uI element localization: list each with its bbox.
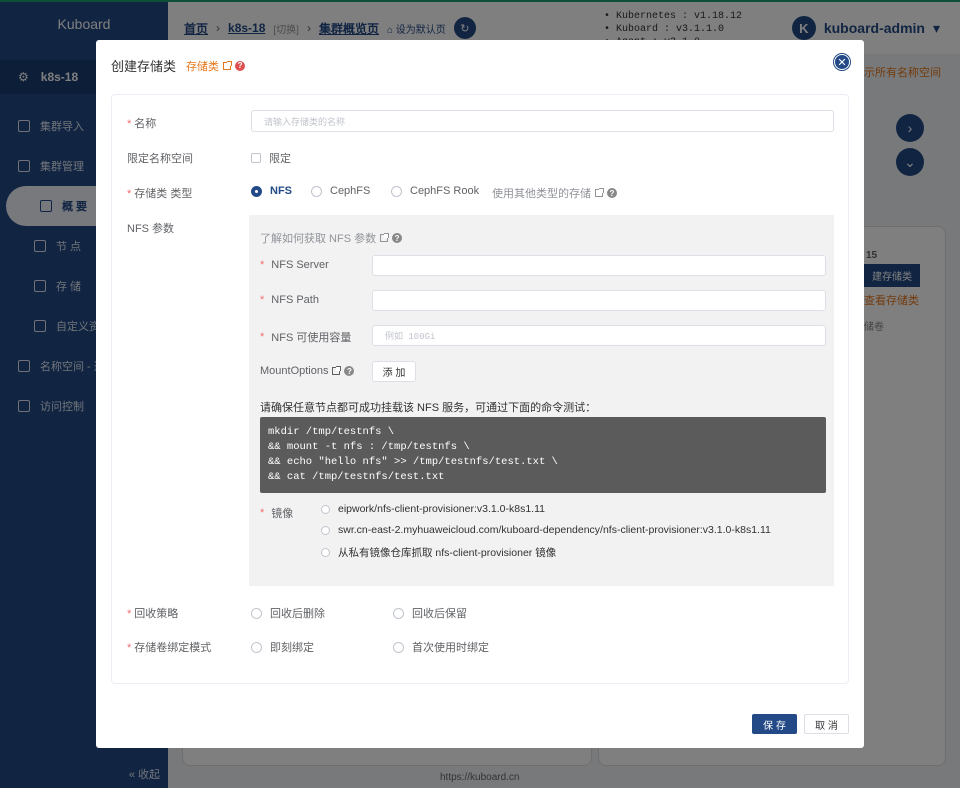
external-link-icon xyxy=(223,60,233,70)
image-label: * 镜像 xyxy=(260,507,294,520)
save-button[interactable]: 保 存 xyxy=(752,714,797,734)
nfs-path-input[interactable] xyxy=(372,290,826,311)
nfs-help-link[interactable]: 了解如何获取 NFS 参数 ? xyxy=(260,230,403,246)
nfs-server-input[interactable] xyxy=(372,255,826,276)
help-icon[interactable]: ? xyxy=(344,366,355,376)
storage-class-doc-link[interactable]: 存储类 ? xyxy=(186,58,246,74)
type-label: * 存储类 类型 xyxy=(127,188,193,200)
add-mount-option-button[interactable]: 添 加 xyxy=(372,361,416,382)
radio-selected[interactable] xyxy=(251,185,262,197)
binding-mode-label: * 存储卷绑定模式 xyxy=(127,642,212,654)
nfs-capacity-input[interactable]: 例如 100Gi xyxy=(372,325,826,346)
reclaim-policy-label: * 回收策略 xyxy=(127,608,179,620)
radio[interactable] xyxy=(391,185,402,197)
create-storage-class-dialog: 创建存储类 存储类 ? ✕ * 名称 请输入存储类的名称 限定名称空间 限定 * 存… xyxy=(96,40,864,748)
reclaim-option-retain[interactable]: 回收后保留 xyxy=(393,605,467,621)
radio[interactable] xyxy=(251,641,262,653)
close-icon: ✕ xyxy=(837,56,847,69)
reclaim-option-delete[interactable]: 回收后删除 xyxy=(251,605,325,621)
name-input[interactable]: 请输入存储类的名称 xyxy=(251,110,834,132)
cancel-button[interactable]: 取 消 xyxy=(804,714,849,734)
image-option-huaweicloud[interactable]: swr.cn-east-2.myhuaweicloud.com/kuboard-… xyxy=(321,524,771,536)
external-link-icon xyxy=(595,188,604,197)
external-link-icon[interactable] xyxy=(332,366,342,375)
nfs-params-panel: 了解如何获取 NFS 参数 ? * NFS Server * NFS Path * N… xyxy=(249,215,834,586)
close-button[interactable]: ✕ xyxy=(834,54,850,70)
mount-options-label: MountOptions ? xyxy=(260,365,355,377)
help-icon[interactable]: ? xyxy=(235,60,246,71)
radio[interactable] xyxy=(321,504,330,514)
checkbox[interactable] xyxy=(251,153,261,163)
storage-class-form: * 名称 请输入存储类的名称 限定名称空间 限定 * 存储类 类型 NFS Ceph… xyxy=(111,94,849,684)
nfs-server-label: * NFS Server xyxy=(260,259,329,271)
type-option-cephfs-rook[interactable]: CephFS Rook xyxy=(391,185,479,197)
radio[interactable] xyxy=(393,641,404,653)
binding-option-immediate[interactable]: 即刻绑定 xyxy=(251,639,314,655)
nfs-params-label: NFS 参数 xyxy=(127,223,175,235)
namespace-limit-checkbox[interactable]: 限定 xyxy=(251,150,291,166)
binding-option-first-consumer[interactable]: 首次使用时绑定 xyxy=(393,639,489,655)
other-storage-link[interactable]: 使用其他类型的存储 ? xyxy=(492,185,617,201)
external-link-icon xyxy=(380,233,390,242)
nfs-capacity-label: * NFS 可使用容量 xyxy=(260,331,352,344)
type-option-nfs[interactable]: NFS xyxy=(251,185,292,197)
image-option-private-registry[interactable]: 从私有镜像仓库抓取 nfs-client-provisioner 镜像 xyxy=(321,545,556,560)
image-option-eipwork[interactable]: eipwork/nfs-client-provisioner:v3.1.0-k8… xyxy=(321,503,545,515)
type-option-cephfs[interactable]: CephFS xyxy=(311,185,370,197)
radio[interactable] xyxy=(311,185,322,197)
radio[interactable] xyxy=(321,525,330,535)
name-label: * 名称 xyxy=(127,118,157,130)
dialog-header: 创建存储类 存储类 ? xyxy=(111,56,246,75)
help-icon[interactable]: ? xyxy=(392,233,403,243)
radio[interactable] xyxy=(393,607,404,619)
help-icon[interactable]: ? xyxy=(607,188,617,198)
radio[interactable] xyxy=(251,607,262,619)
namespace-limit-label: 限定名称空间 xyxy=(127,153,193,165)
nfs-test-command: mkdir /tmp/testnfs \ && mount -t nfs : /t… xyxy=(260,417,826,493)
nfs-mount-note: 请确保任意节点都可成功挂载该 NFS 服务，可通过下面的命令测试： xyxy=(260,402,597,414)
dialog-title: 创建存储类 xyxy=(111,59,177,74)
radio[interactable] xyxy=(321,548,330,557)
nfs-path-label: * NFS Path xyxy=(260,294,319,306)
